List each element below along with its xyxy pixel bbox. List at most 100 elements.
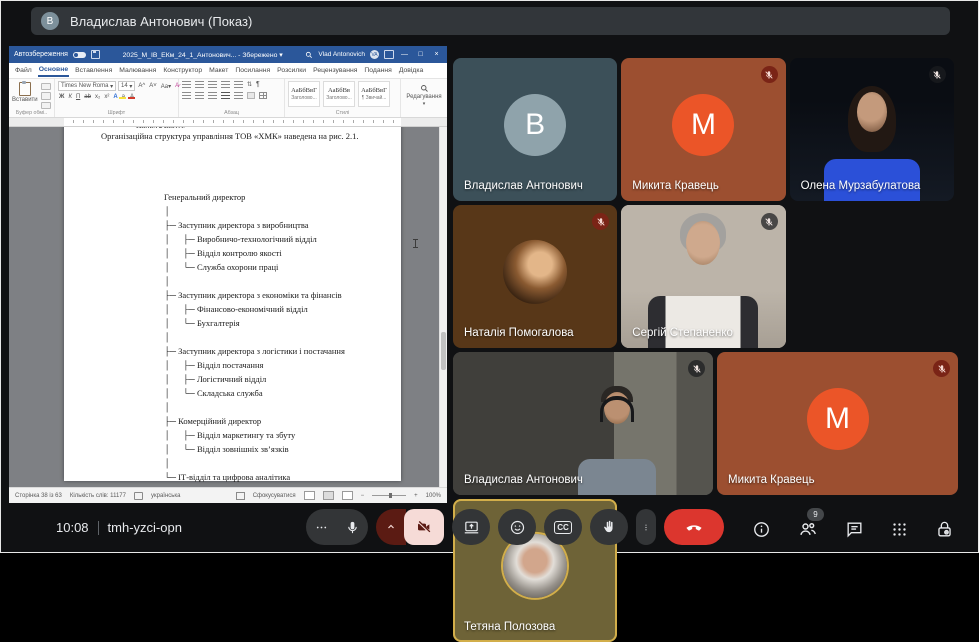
grow-font-button[interactable]: А^ xyxy=(137,83,146,89)
zoom-level[interactable]: 100% xyxy=(426,493,441,499)
end-call-button[interactable] xyxy=(664,509,724,545)
web-layout-icon[interactable] xyxy=(341,491,353,500)
increase-indent-icon[interactable] xyxy=(234,81,243,88)
format-painter-icon[interactable] xyxy=(40,101,51,109)
subscript-button[interactable]: х₂ xyxy=(94,94,101,100)
font-name-select[interactable]: Times New Roma ▾ xyxy=(58,81,116,91)
participant-tile[interactable]: Владислав Антонович xyxy=(453,352,713,495)
tree-line: │ xyxy=(164,458,171,468)
mic-options-icon[interactable] xyxy=(306,509,337,545)
ribbon-tab[interactable]: Малювання xyxy=(118,65,157,76)
participant-tile[interactable]: М Микита Кравець xyxy=(717,352,958,495)
change-case-button[interactable]: Аа▾ xyxy=(160,83,172,90)
font-color-button[interactable]: А xyxy=(128,94,136,100)
scrollbar-thumb[interactable] xyxy=(441,332,446,371)
ribbon-tab[interactable]: Посилання xyxy=(234,65,271,76)
participant-tile[interactable]: Наталія Помогалова xyxy=(453,205,618,348)
strikethrough-button[interactable]: ab xyxy=(83,94,92,100)
bullets-icon[interactable] xyxy=(182,81,191,88)
word-count[interactable]: Кількість слів: 11177 xyxy=(70,493,126,499)
numbering-icon[interactable] xyxy=(195,81,204,88)
zoom-in-button[interactable]: + xyxy=(414,493,418,499)
highlight-button[interactable]: а xyxy=(119,94,127,100)
focus-label[interactable]: Сфокусуватися xyxy=(253,493,296,499)
style-preset[interactable]: АаБбВв Заголово... xyxy=(323,81,355,107)
print-layout-icon[interactable] xyxy=(322,491,334,500)
microphone-button[interactable] xyxy=(306,509,368,545)
cut-icon[interactable] xyxy=(40,83,51,91)
ribbon-tab[interactable]: Макет xyxy=(208,65,229,76)
maximize-button[interactable]: □ xyxy=(415,51,426,58)
ribbon-tab[interactable]: Подання xyxy=(363,65,392,76)
paste-button[interactable]: Вставити xyxy=(12,81,38,109)
participant-tile[interactable]: Сергій Степаненко xyxy=(621,205,786,348)
account-avatar[interactable]: VA xyxy=(370,50,379,59)
search-icon[interactable] xyxy=(305,51,313,59)
language-indicator[interactable]: українська xyxy=(151,493,181,499)
sort-icon[interactable]: ⇅ xyxy=(247,81,252,88)
bold-button[interactable]: Ж xyxy=(58,94,65,100)
captions-button[interactable]: CC xyxy=(544,509,582,545)
zoom-out-button[interactable]: − xyxy=(361,493,365,499)
camera-off-button[interactable] xyxy=(404,509,444,545)
superscript-button[interactable]: х² xyxy=(103,94,110,100)
proofing-icon[interactable] xyxy=(133,491,143,500)
ribbon-tab[interactable]: Файл xyxy=(14,65,33,76)
document-canvas[interactable]: менеджменту. Організаційна структура упр… xyxy=(9,127,447,487)
editing-search-icon xyxy=(420,84,428,92)
editing-group[interactable]: Редагування ▾ xyxy=(401,79,447,117)
style-preset[interactable]: АаБбВвГ Заголово... xyxy=(288,81,320,107)
account-name[interactable]: Vlad Antonovich xyxy=(318,51,365,58)
ribbon-tab[interactable]: Основне xyxy=(37,64,70,77)
host-controls-lock-icon[interactable] xyxy=(935,520,954,539)
align-right-icon[interactable] xyxy=(208,92,217,99)
pilcrow-icon[interactable]: ¶ xyxy=(256,81,260,88)
text-effects-button[interactable]: А xyxy=(112,94,118,100)
justify-icon[interactable] xyxy=(221,92,230,99)
decrease-indent-icon[interactable] xyxy=(221,81,230,88)
ribbon-tab[interactable]: Розсилки xyxy=(276,65,307,76)
shading-icon[interactable] xyxy=(247,92,255,99)
minimize-button[interactable]: — xyxy=(399,51,410,58)
present-screen-button[interactable] xyxy=(452,509,490,545)
ribbon-tab[interactable]: Рецензування xyxy=(312,65,358,76)
more-options-button[interactable] xyxy=(636,509,656,545)
mic-icon[interactable] xyxy=(337,509,368,545)
chat-icon[interactable] xyxy=(845,520,864,539)
page-indicator[interactable]: Сторінка 38 із 63 xyxy=(15,493,62,499)
borders-icon[interactable] xyxy=(259,92,267,99)
participant-tile[interactable]: Олена Мурзабулатова xyxy=(789,58,954,201)
style-preset[interactable]: АаБбВвГ ¶ Звичай... xyxy=(358,81,390,107)
participant-name: Микита Кравець xyxy=(728,474,815,486)
underline-button[interactable]: П xyxy=(75,94,81,100)
participant-tile[interactable]: В Владислав Антонович xyxy=(453,58,618,201)
shared-screen-word-window[interactable]: Автозбереження 2025_М_ІВ_ЕКм_24_1_Антоно… xyxy=(9,46,447,503)
ribbon-tab[interactable]: Довідка xyxy=(398,65,424,76)
ribbon-display-options-icon[interactable] xyxy=(384,50,394,59)
copy-icon[interactable] xyxy=(40,92,51,100)
ribbon-tab[interactable]: Конструктор xyxy=(162,65,203,76)
ribbon-tab[interactable]: Вставлення xyxy=(74,65,113,76)
align-center-icon[interactable] xyxy=(195,92,204,99)
save-icon[interactable] xyxy=(90,50,100,59)
reactions-button[interactable] xyxy=(498,509,536,545)
apps-icon[interactable] xyxy=(891,521,908,538)
info-icon[interactable] xyxy=(752,520,771,539)
multilevel-list-icon[interactable] xyxy=(208,81,217,88)
document-page[interactable]: менеджменту. Організаційна структура упр… xyxy=(64,127,401,482)
align-left-icon[interactable] xyxy=(182,92,191,99)
participant-tile[interactable]: М Микита Кравець xyxy=(621,58,786,201)
zoom-slider[interactable] xyxy=(372,493,407,498)
italic-button[interactable]: К xyxy=(67,94,73,100)
font-group: Times New Roma ▾ 14 ▾ А^ А˅ Аа▾ А̷ Ж К П… xyxy=(55,79,179,117)
font-size-select[interactable]: 14 ▾ xyxy=(118,81,136,91)
autosave-toggle[interactable] xyxy=(72,51,86,58)
close-button[interactable]: × xyxy=(431,51,442,58)
raise-hand-button[interactable] xyxy=(590,509,628,545)
line-spacing-icon[interactable] xyxy=(234,92,243,99)
vertical-scrollbar[interactable] xyxy=(439,127,447,487)
camera-options-button[interactable] xyxy=(376,509,406,545)
shrink-font-button[interactable]: А˅ xyxy=(148,83,158,89)
read-mode-icon[interactable] xyxy=(303,491,315,500)
people-icon[interactable]: 9 xyxy=(798,508,824,539)
